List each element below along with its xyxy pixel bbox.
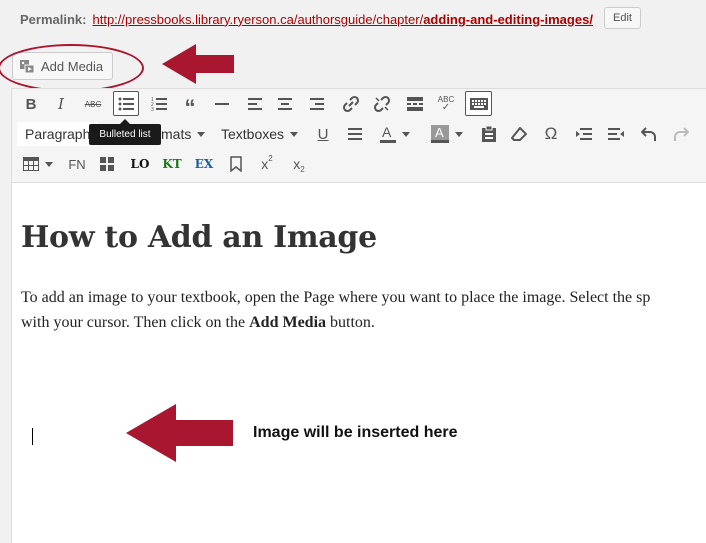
align-left-icon[interactable] [245, 92, 265, 116]
blockquote-icon[interactable]: “ [180, 92, 200, 120]
chevron-down-icon [455, 131, 463, 137]
permalink-link[interactable]: http://pressbooks.library.ryerson.ca/aut… [92, 12, 592, 27]
subscript-icon[interactable]: x2 [288, 152, 310, 176]
svg-text:3: 3 [151, 107, 154, 111]
body-paragraph: To add an image to your textbook, open t… [21, 289, 651, 331]
text-cursor [32, 428, 33, 445]
undo-icon[interactable] [638, 122, 660, 146]
spellcheck-icon[interactable]: ABC ✓ [435, 92, 457, 116]
tooltip: Bulleted list [89, 119, 161, 145]
learning-objectives-button[interactable]: LO [128, 152, 152, 176]
annotation-arrow-left-icon [126, 404, 233, 462]
annotation-ellipse [0, 44, 144, 92]
annotation-note: Image will be inserted here [253, 424, 458, 441]
underline-icon[interactable]: U [314, 122, 332, 146]
table-icon[interactable] [20, 152, 56, 176]
chevron-down-icon [45, 161, 53, 167]
align-center-icon[interactable] [275, 92, 295, 116]
chevron-down-icon [402, 131, 410, 137]
unlink-icon[interactable] [371, 92, 393, 116]
columns-icon[interactable] [98, 152, 116, 176]
svg-text:A: A [435, 125, 444, 140]
italic-icon[interactable]: I [52, 92, 70, 116]
edit-permalink-button[interactable]: Edit [604, 7, 641, 29]
special-character-icon[interactable]: Ω [541, 122, 561, 146]
strikethrough-icon[interactable]: ABC [82, 92, 104, 116]
page-heading: How to Add an Image [21, 220, 377, 255]
paragraph-dropdown[interactable]: Paragraph [17, 122, 97, 146]
annotation-arrow-left-icon [162, 44, 234, 84]
permalink-label: Permalink: [20, 11, 87, 27]
exercises-button[interactable]: EX [192, 152, 216, 176]
outdent-icon[interactable] [573, 122, 595, 146]
toolbar-toggle-icon[interactable] [465, 91, 492, 116]
indent-icon[interactable] [605, 122, 627, 146]
chevron-down-icon [290, 131, 299, 137]
textboxes-dropdown[interactable]: Textboxes [221, 122, 311, 146]
background-color-icon[interactable]: A [427, 122, 467, 146]
numbered-list-icon[interactable]: 123 [149, 92, 169, 116]
read-more-icon[interactable] [404, 92, 426, 116]
align-right-icon[interactable] [307, 92, 327, 116]
clear-formatting-icon[interactable] [509, 122, 529, 146]
horizontal-rule-icon[interactable] [212, 92, 232, 116]
text-color-icon[interactable]: A [375, 122, 415, 146]
bookmark-icon[interactable] [227, 152, 245, 176]
link-icon[interactable] [340, 92, 362, 116]
superscript-icon[interactable]: x2 [256, 152, 278, 176]
chevron-down-icon [197, 131, 206, 137]
key-takeaways-button[interactable]: KT [160, 152, 184, 176]
bold-icon[interactable]: B [22, 92, 40, 116]
justify-icon[interactable] [345, 122, 365, 146]
redo-icon[interactable] [670, 122, 692, 146]
permalink-row: Permalink: http://pressbooks.library.rye… [20, 8, 593, 30]
svg-text:A: A [382, 125, 392, 140]
bulleted-list-icon[interactable] [113, 91, 139, 116]
footnote-button[interactable]: FN [66, 152, 88, 176]
paste-text-icon[interactable] [479, 122, 499, 146]
